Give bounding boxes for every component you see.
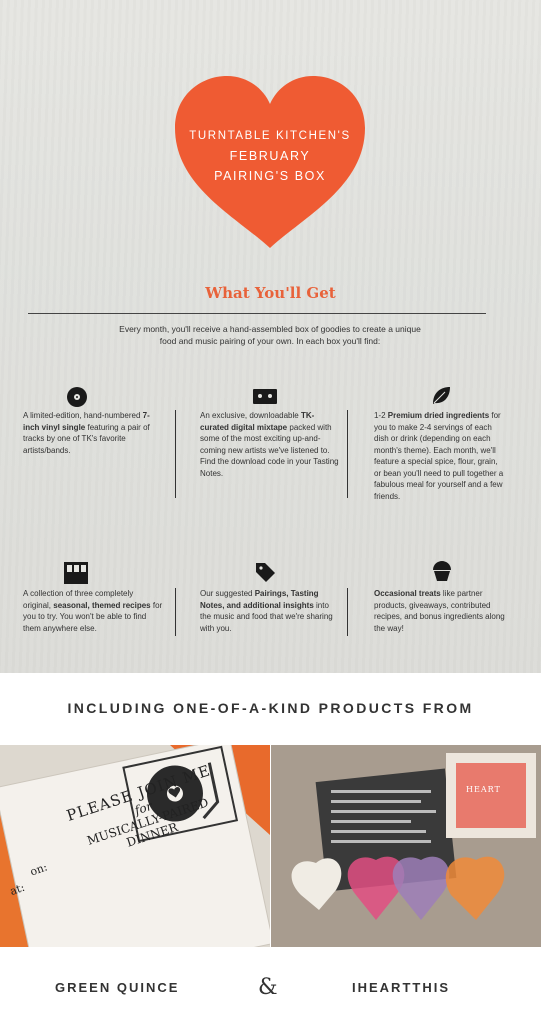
heart-line-3: PAIRING'S BOX [214, 169, 326, 183]
cassette-tape-icon [253, 389, 277, 404]
ampersand: & [258, 975, 278, 1000]
item-pairings: Our suggested Pairings, Tasting Notes, a… [200, 588, 340, 634]
item-vinyl-pre: A limited-edition, hand-numbered [23, 411, 143, 420]
box-label: HEART [466, 785, 501, 794]
leaf-icon [433, 387, 450, 404]
products-band-text: INCLUDING ONE-OF-A-KIND PRODUCTS FROM [67, 700, 474, 716]
cupcake-icon [433, 561, 451, 581]
heart-line-2: FEBRUARY [229, 149, 311, 163]
divider [347, 588, 348, 636]
item-ingredients-bold: Premium dried ingredients [387, 411, 490, 420]
divider [347, 410, 348, 498]
heart-line-1: TURNTABLE KITCHEN'S [189, 130, 351, 142]
item-recipes: A collection of three completely origina… [23, 588, 163, 634]
photo-iheartthis: HEART [271, 745, 541, 947]
divider [175, 410, 176, 498]
coasters-illustration [271, 745, 541, 947]
recipe-cards-icon [64, 562, 88, 584]
item-ingredients-post: for you to make 2-4 servings of each dis… [374, 411, 504, 501]
heart-title: TURNTABLE KITCHEN'S FEBRUARY PAIRING'S B… [175, 126, 365, 186]
tag-icon [256, 563, 275, 582]
item-mixtape-pre: An exclusive, downloadable [200, 411, 301, 420]
section-heading: What You'll Get [205, 284, 336, 302]
item-vinyl: A limited-edition, hand-numbered 7-inch … [23, 410, 163, 456]
item-ingredients: 1-2 Premium dried ingredients for you to… [374, 410, 506, 502]
item-recipes-bold: seasonal, themed recipes [53, 600, 151, 610]
divider [175, 588, 176, 636]
brand-iheartthis[interactable]: IHEARTTHIS [352, 980, 450, 995]
intro-text: Every month, you'll receive a hand-assem… [119, 324, 421, 346]
item-treats-bold: Occasional treats [374, 589, 441, 598]
item-mixtape: An exclusive, downloadable TK-curated di… [200, 410, 340, 479]
item-pairings-pre: Our suggested [200, 589, 255, 598]
item-treats: Occasional treats like partner products,… [374, 588, 506, 634]
item-ingredients-pre: 1-2 [374, 411, 388, 420]
photo-green-quince: PLEASE JOIN ME for MUSICALLY-PAIRED DINN… [0, 745, 270, 947]
heading-rule [28, 313, 486, 314]
brand-green-quince[interactable]: GREEN QUINCE [55, 980, 179, 995]
vinyl-record-icon [67, 387, 87, 407]
